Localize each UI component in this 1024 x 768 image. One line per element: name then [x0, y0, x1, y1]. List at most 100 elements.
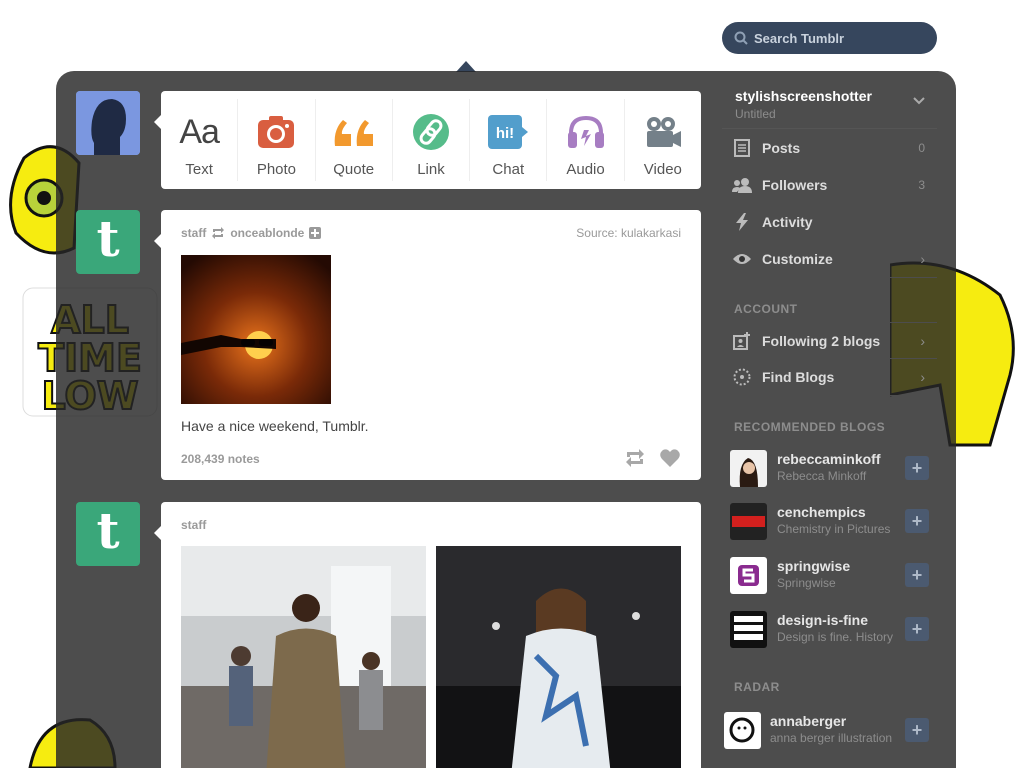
blog-subtitle: Chemistry in Pictures — [777, 522, 891, 536]
search-icon — [734, 31, 748, 45]
source-name: kulakarkasi — [620, 226, 681, 240]
reblogged-from[interactable]: onceablonde — [230, 226, 304, 240]
post-type-label: Chat — [492, 161, 525, 178]
chevron-right-icon: › — [920, 251, 925, 267]
blog-subtitle: Rebecca Minkoff — [777, 469, 867, 483]
follow-button[interactable]: + — [905, 718, 929, 742]
sidebar-label: Find Blogs — [762, 369, 835, 385]
post-card: staff — [154, 502, 701, 768]
svg-text:hi!: hi! — [496, 125, 514, 142]
chevron-right-icon: › — [920, 369, 925, 385]
sidebar-label: Followers — [762, 177, 828, 193]
radar-blog[interactable]: annaberger anna berger illustration + — [722, 702, 937, 758]
post-type-bar: Aa Text Photo Quote Link hi! Chat Audio … — [154, 91, 701, 189]
heart-icon[interactable] — [660, 449, 680, 467]
follow-button[interactable]: + — [905, 456, 929, 480]
sidebar-item-find-blogs[interactable]: Find Blogs › — [722, 359, 937, 396]
account-header[interactable]: stylishscreenshotter Untitled — [722, 85, 937, 129]
sidebar-item-posts[interactable]: Posts 0 — [722, 130, 937, 167]
post-type-label: Quote — [333, 161, 375, 178]
post-audio-button[interactable]: Audio — [547, 99, 625, 181]
account-subtitle: Untitled — [735, 107, 776, 121]
tumblr-logo-icon: t — [96, 502, 120, 560]
sidebar-label: Posts — [762, 140, 801, 156]
sidebar-item-activity[interactable]: Activity — [722, 204, 937, 241]
source-label: Source: — [576, 226, 618, 240]
chevron-down-icon[interactable] — [913, 97, 925, 105]
eye-icon — [733, 254, 751, 264]
runway-photo-right[interactable] — [436, 546, 681, 768]
follow-button[interactable]: + — [905, 617, 929, 641]
post-type-label: Link — [417, 161, 445, 178]
camera-icon — [258, 116, 295, 148]
followers-count: 3 — [918, 178, 925, 192]
post-author[interactable]: staff — [181, 226, 206, 240]
post-quote-button[interactable]: Quote — [316, 99, 393, 181]
blog-name: design-is-fine — [777, 612, 869, 628]
blog-avatar — [730, 503, 767, 540]
post-author[interactable]: staff — [181, 518, 206, 532]
text-icon: Aa — [179, 112, 220, 151]
post-chat-button[interactable]: hi! Chat — [470, 99, 548, 181]
blog-avatar — [730, 450, 767, 487]
blog-name: springwise — [777, 558, 851, 574]
post-text-button[interactable]: Aa Text — [161, 99, 239, 181]
blog-subtitle: anna berger illustration — [770, 731, 893, 745]
blog-name: cenchempics — [777, 504, 866, 520]
post-video-button[interactable]: Video — [625, 99, 701, 181]
post-source[interactable]: Source: kulakarkasi — [576, 226, 681, 240]
recommended-blog[interactable]: design-is-fine Design is fine. History + — [722, 602, 937, 656]
sidebar-label: Customize — [762, 251, 833, 267]
headphones-icon — [567, 115, 604, 148]
post-type-label: Text — [185, 161, 213, 178]
recommended-blog[interactable]: cenchempics Chemistry in Pictures + — [722, 494, 937, 548]
blog-avatar — [730, 611, 767, 648]
blog-subtitle: Design is fine. History — [777, 630, 894, 644]
post-photo-button[interactable]: Photo — [238, 99, 316, 181]
sidebar-item-followers[interactable]: Followers 3 — [722, 167, 937, 204]
recommended-blog[interactable]: rebeccaminkoff Rebecca Minkoff + — [722, 440, 937, 494]
posts-count: 0 — [918, 141, 925, 155]
post-card: staff onceablonde Source: kulakarkasi Ha… — [154, 210, 701, 480]
blog-subtitle: Springwise — [777, 576, 836, 590]
sidebar-label: Following 2 blogs — [762, 332, 881, 349]
post-type-label: Video — [643, 161, 682, 178]
search-bar[interactable] — [722, 22, 937, 54]
user-avatar[interactable] — [76, 91, 140, 155]
staff-avatar[interactable]: t — [76, 210, 140, 274]
recommended-blog[interactable]: springwise Springwise + — [722, 548, 937, 602]
post-type-label: Photo — [256, 161, 297, 178]
radar-heading: RADAR — [734, 680, 780, 694]
blog-name: annaberger — [770, 713, 847, 729]
following-icon — [733, 331, 750, 350]
reblog-button-icon[interactable] — [624, 449, 646, 467]
runway-photo-left[interactable] — [181, 546, 426, 768]
follow-button[interactable]: + — [905, 563, 929, 587]
post-link-button[interactable]: Link — [393, 99, 471, 181]
video-camera-icon — [646, 117, 681, 147]
account-name: stylishscreenshotter — [735, 88, 872, 104]
link-icon — [412, 114, 449, 150]
post-notes[interactable]: 208,439 notes — [181, 452, 260, 466]
reblog-icon — [212, 227, 225, 239]
blog-avatar — [724, 712, 761, 749]
sidebar-label: Activity — [762, 214, 813, 230]
followers-icon — [732, 178, 752, 193]
chat-icon: hi! — [488, 115, 529, 149]
sidebar-item-customize[interactable]: Customize › — [722, 241, 937, 278]
quote-icon — [334, 120, 373, 146]
compass-icon — [733, 368, 751, 386]
follow-plus-icon[interactable] — [309, 227, 322, 239]
search-input[interactable] — [754, 30, 924, 46]
sunset-photo[interactable] — [181, 255, 331, 404]
tumblr-logo-icon: t — [96, 210, 120, 268]
blog-avatar — [730, 557, 767, 594]
post-type-label: Audio — [566, 161, 605, 178]
sidebar-item-following[interactable]: Following 2 blogs › — [722, 322, 937, 359]
staff-avatar[interactable]: t — [76, 502, 140, 566]
lightning-icon — [736, 213, 748, 231]
recommended-heading: RECOMMENDED BLOGS — [734, 420, 886, 434]
follow-button[interactable]: + — [905, 509, 929, 533]
post-caption: Have a nice weekend, Tumblr. — [181, 418, 369, 434]
blog-name: rebeccaminkoff — [777, 451, 881, 467]
